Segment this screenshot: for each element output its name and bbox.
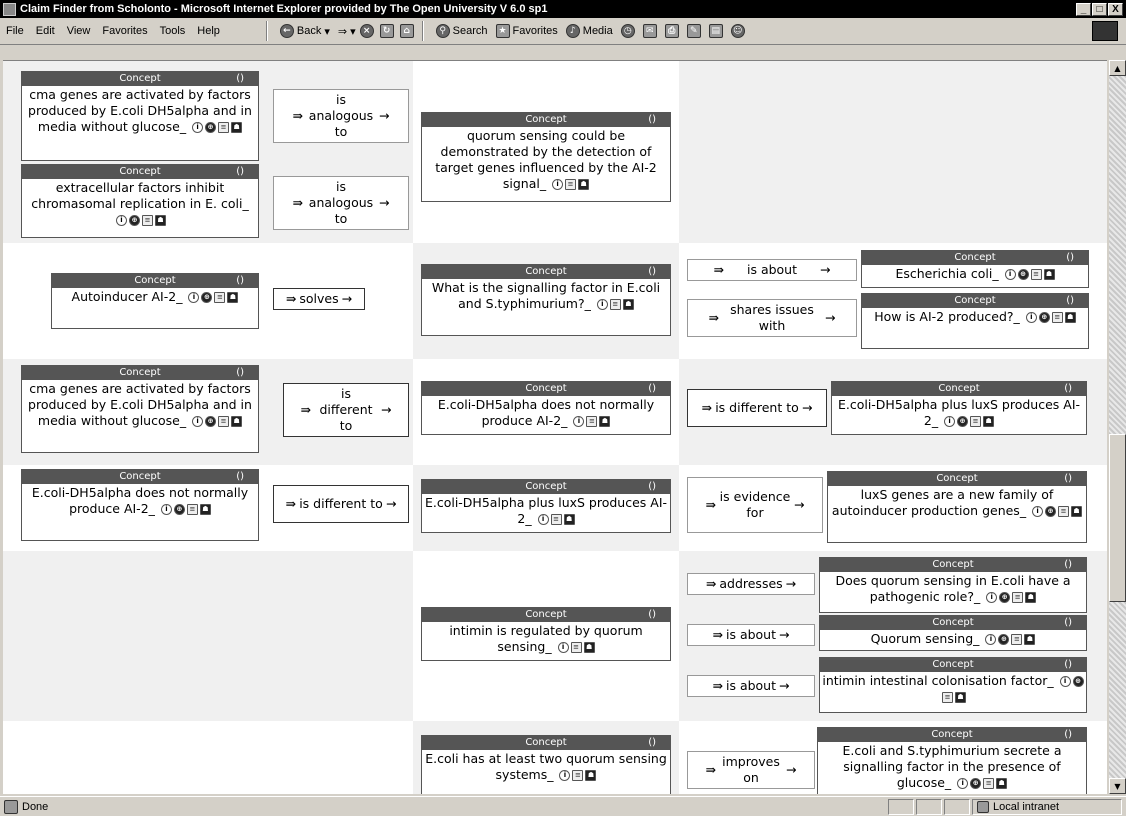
concept-box[interactable]: Concept() luxS genes are a new family of… <box>827 471 1087 543</box>
status-pane <box>944 798 970 815</box>
vertical-scrollbar[interactable]: ▲ ▼ <box>1109 60 1126 794</box>
claim-row: Concept() E.coli has at least two quorum… <box>3 721 1107 794</box>
concept-box[interactable]: Concept() cma genes are activated by fac… <box>21 71 259 161</box>
concept-box[interactable]: Concept() Autoinducer AI-2_ i ⊕ ≡ ☗ <box>51 273 259 329</box>
history-icon[interactable]: ◷ <box>620 24 635 38</box>
menu-edit[interactable]: Edit <box>30 25 61 37</box>
search-icon: ⚲ <box>435 24 450 38</box>
close-button[interactable]: X <box>1108 2 1123 16</box>
claim-row: Concept() E.coli-DH5alpha does not norma… <box>3 465 1107 551</box>
zone-pane: Local intranet <box>972 798 1122 815</box>
relation-link[interactable]: ⇛ is evidence for → <box>687 477 823 533</box>
relation-link[interactable]: ⇛ is analogous to → <box>273 89 409 143</box>
relation-link[interactable]: ⇛ is about → <box>687 624 815 646</box>
back-arrow-icon: ← <box>279 24 294 38</box>
menu-view[interactable]: View <box>61 25 97 37</box>
relation-link[interactable]: ⇛ is about → <box>687 259 857 281</box>
page-content: Concept() cma genes are activated by fac… <box>3 60 1107 794</box>
concept-box[interactable]: Concept() quorum sensing could be demons… <box>421 112 671 202</box>
messenger-icon[interactable]: ☺ <box>730 24 745 38</box>
menu-toolbar: File Edit View Favorites Tools Help ← Bac… <box>0 18 1126 45</box>
favorites-icon: ★ <box>495 24 510 38</box>
concept-box[interactable]: Concept() Does quorum sensing in E.coli … <box>819 557 1087 613</box>
windows-logo <box>1092 21 1118 41</box>
concept-box[interactable]: Concept() Escherichia coli_ i ⊕ ≡ ☗ <box>861 250 1089 288</box>
menu-file[interactable]: File <box>0 25 30 37</box>
relation-link[interactable]: ⇛ solves → <box>273 288 365 310</box>
claim-row: Concept() intimin is regulated by quorum… <box>3 551 1107 721</box>
claim-row: Concept() Autoinducer AI-2_ i ⊕ ≡ ☗ ⇛ solves… <box>3 243 1107 359</box>
concept-box[interactable]: Concept() How is AI-2 produced?_ i ⊕ ≡ ☗ <box>861 293 1089 349</box>
claim-row: Concept() cma genes are activated by fac… <box>3 359 1107 465</box>
relation-link[interactable]: ⇛ is different to → <box>273 485 409 523</box>
forward-button[interactable]: ⇒ ▾ <box>334 25 360 38</box>
concept-box[interactable]: Concept() intimin intestinal colonisatio… <box>819 657 1087 713</box>
media-icon: ♪ <box>565 24 580 38</box>
scroll-up-icon[interactable]: ▲ <box>1109 60 1126 76</box>
edit-icon[interactable]: ✎ <box>686 24 701 38</box>
mail-icon[interactable]: ✉ <box>642 24 657 38</box>
menu-help[interactable]: Help <box>191 25 226 37</box>
relation-link[interactable]: ⇛ is analogous to → <box>273 176 409 230</box>
intranet-icon <box>977 800 989 813</box>
concept-box[interactable]: Concept() E.coli-DH5alpha plus luxS prod… <box>831 381 1087 435</box>
relation-link[interactable]: ⇛ is different to → <box>687 389 827 427</box>
concept-box[interactable]: Concept() E.coli-DH5alpha does not norma… <box>421 381 671 435</box>
ie-icon <box>3 2 16 16</box>
status-bar: Done Local intranet <box>0 796 1126 816</box>
back-button[interactable]: ← Back ▾ <box>276 24 334 38</box>
concept-box[interactable]: Concept() What is the signalling factor … <box>421 264 671 336</box>
concept-box[interactable]: Concept() extracellular factors inhibit … <box>21 164 259 238</box>
stop-icon[interactable]: × <box>359 24 374 38</box>
favorites-button[interactable]: ★ Favorites <box>492 24 562 38</box>
concept-box[interactable]: Concept() cma genes are activated by fac… <box>21 365 259 453</box>
claim-row: Concept() cma genes are activated by fac… <box>3 61 1107 243</box>
minimize-button[interactable]: _ <box>1076 2 1091 16</box>
media-button[interactable]: ♪ Media <box>562 24 617 38</box>
title-bar: Claim Finder from Scholonto - Microsoft … <box>0 0 1126 18</box>
concept-box[interactable]: Concept() E.coli-DH5alpha does not norma… <box>21 469 259 541</box>
status-text: Done <box>22 800 49 813</box>
concept-box[interactable]: Concept() intimin is regulated by quorum… <box>421 607 671 661</box>
concept-box[interactable]: Concept() E.coli and S.typhimurium secre… <box>817 727 1087 794</box>
relation-link[interactable]: ⇛ is different to → <box>283 383 409 437</box>
scroll-down-icon[interactable]: ▼ <box>1109 778 1126 794</box>
print-icon[interactable]: ⎙ <box>664 24 679 38</box>
status-pane <box>888 798 914 815</box>
concept-box[interactable]: Concept() E.coli has at least two quorum… <box>421 735 671 794</box>
maximize-button[interactable]: □ <box>1092 2 1107 16</box>
relation-link[interactable]: ⇛ is about → <box>687 675 815 697</box>
discuss-icon[interactable]: ▤ <box>708 24 723 38</box>
menu-favorites[interactable]: Favorites <box>96 25 153 37</box>
search-button[interactable]: ⚲ Search <box>432 24 492 38</box>
concept-box[interactable]: Concept() Quorum sensing_ i ⊕ ≡ ☗ <box>819 615 1087 651</box>
refresh-icon[interactable]: ↻ <box>379 24 394 38</box>
home-icon[interactable]: ⌂ <box>399 24 414 38</box>
status-pane <box>916 798 942 815</box>
relation-link[interactable]: ⇛ improves on → <box>687 751 815 789</box>
concept-box[interactable]: Concept() E.coli-DH5alpha plus luxS prod… <box>421 479 671 533</box>
page-icon <box>4 799 18 814</box>
relation-link[interactable]: ⇛ shares issues with → <box>687 299 857 337</box>
scroll-thumb[interactable] <box>1109 434 1126 602</box>
window-title: Claim Finder from Scholonto - Microsoft … <box>20 3 548 15</box>
relation-link[interactable]: ⇛ addresses → <box>687 573 815 595</box>
menu-tools[interactable]: Tools <box>154 25 192 37</box>
